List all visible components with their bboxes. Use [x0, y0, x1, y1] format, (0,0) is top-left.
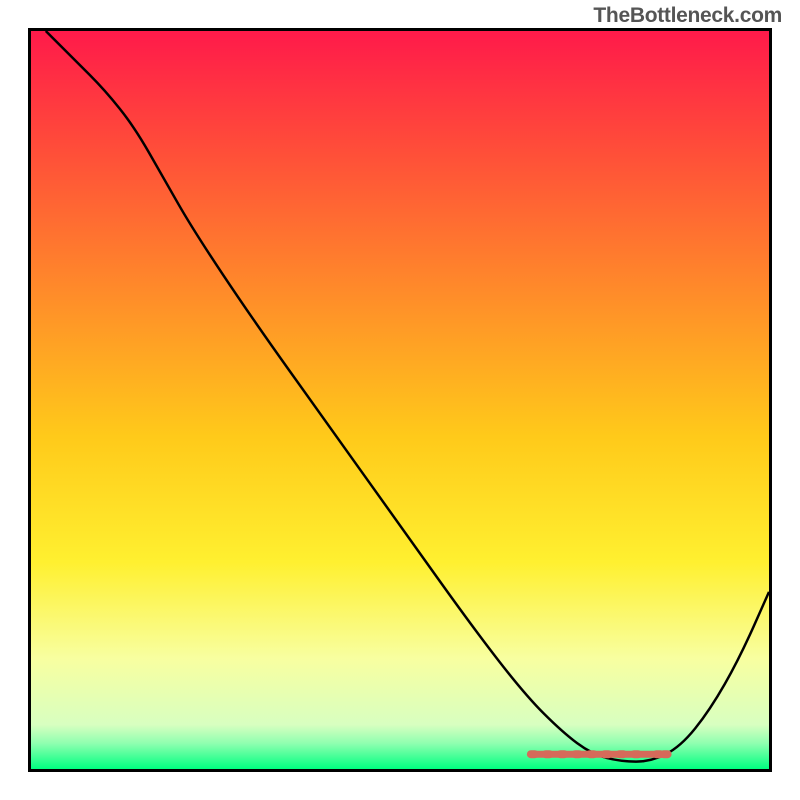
bottleneck-curve: [46, 31, 769, 762]
chart-container: TheBottleneck.com: [0, 0, 800, 800]
highlight-marker: [586, 750, 598, 758]
highlight-marker: [556, 750, 568, 758]
curve-layer: [31, 31, 769, 769]
highlight-marker: [660, 750, 672, 758]
highlight-marker: [527, 750, 539, 758]
plot-frame: [28, 28, 772, 772]
highlight-markers: [527, 750, 672, 758]
highlight-marker: [571, 750, 583, 758]
highlight-marker: [601, 750, 613, 758]
watermark-text: TheBottleneck.com: [593, 4, 782, 28]
highlight-marker: [630, 750, 642, 758]
highlight-marker: [615, 750, 627, 758]
highlight-marker: [542, 750, 554, 758]
